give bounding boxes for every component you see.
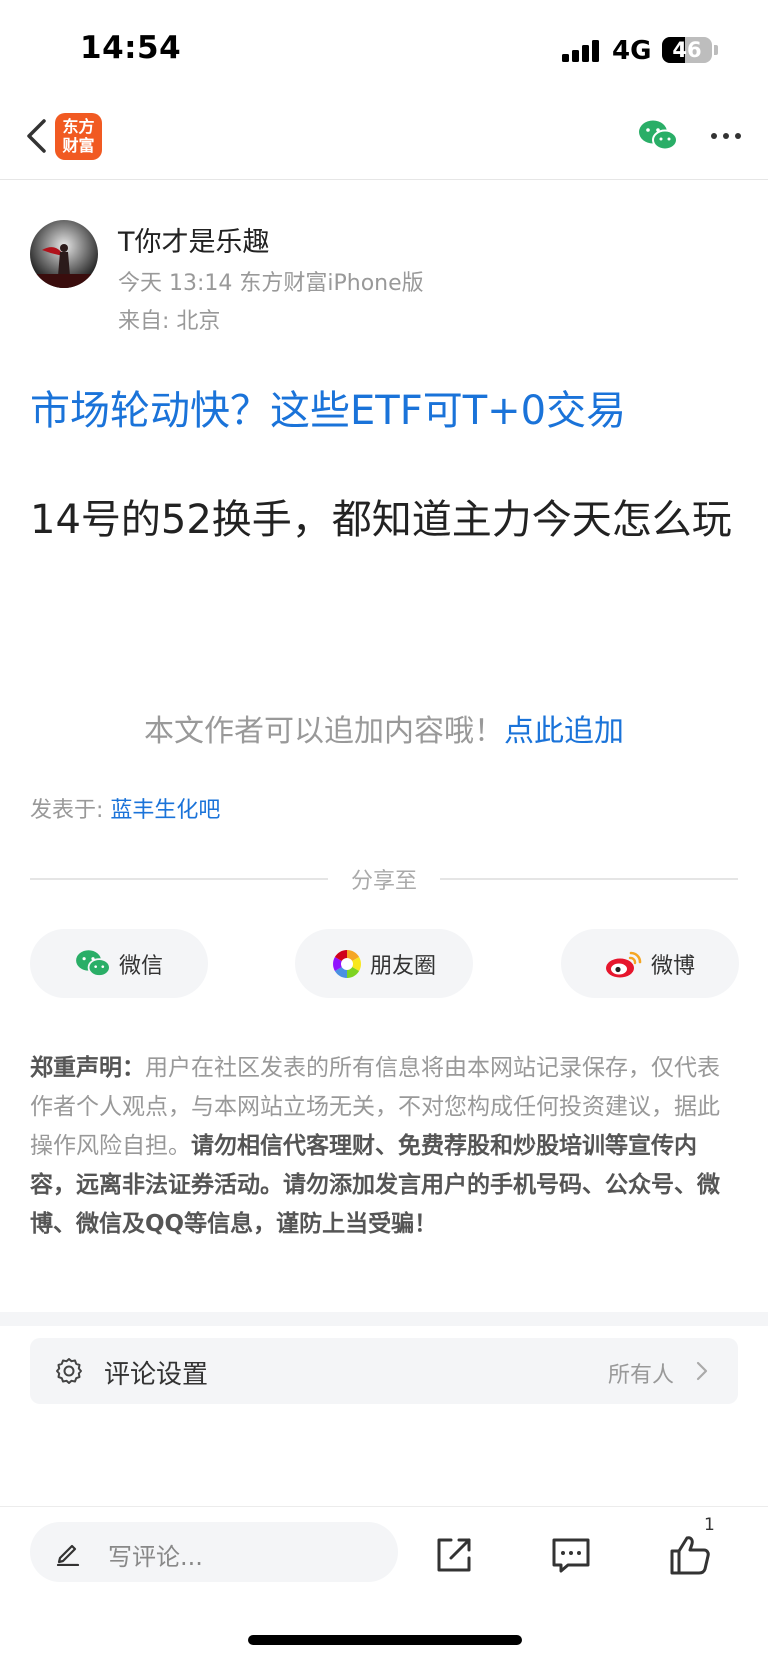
share-moments-label: 朋友圈 bbox=[369, 953, 436, 979]
chevron-right-icon bbox=[696, 1361, 708, 1381]
disclaimer-title: 郑重声明： bbox=[30, 1055, 145, 1081]
wechat-share-button[interactable] bbox=[638, 118, 678, 154]
share-weibo-label: 微博 bbox=[650, 953, 695, 979]
avatar[interactable] bbox=[30, 220, 98, 288]
section-divider bbox=[0, 1312, 768, 1326]
logo-line1: 东方 bbox=[62, 117, 95, 136]
logo-line2: 财富 bbox=[62, 136, 95, 155]
append-link[interactable]: 点此追加 bbox=[504, 714, 624, 749]
network-type: 4G bbox=[612, 36, 652, 66]
share-moments-button[interactable]: 朋友圈 bbox=[295, 929, 473, 998]
like-count: 1 bbox=[704, 1515, 715, 1535]
avatar-image bbox=[30, 220, 98, 288]
post-meta: 今天 13:14 东方财富iPhone版 bbox=[118, 271, 424, 296]
comments-button[interactable] bbox=[548, 1532, 594, 1578]
home-indicator[interactable] bbox=[248, 1635, 522, 1645]
comment-settings-label: 评论设置 bbox=[104, 1360, 209, 1390]
share-button[interactable] bbox=[431, 1532, 477, 1578]
signal-icon bbox=[562, 38, 602, 62]
status-time: 14:54 bbox=[80, 30, 182, 66]
append-hint: 本文作者可以追加内容哦！ bbox=[144, 714, 504, 749]
gear-icon bbox=[56, 1358, 82, 1384]
comment-placeholder: 写评论... bbox=[108, 1543, 203, 1571]
append-row: 本文作者可以追加内容哦！点此追加 bbox=[0, 706, 768, 750]
divider bbox=[440, 878, 738, 880]
more-button[interactable] bbox=[706, 118, 746, 154]
battery-level: 46 bbox=[672, 38, 702, 62]
posted-in-label: 发表于: bbox=[30, 798, 111, 823]
comment-bubble-icon bbox=[552, 1538, 590, 1573]
comment-input[interactable]: 写评论... bbox=[30, 1522, 398, 1582]
like-button[interactable] bbox=[666, 1531, 714, 1579]
chevron-left-icon bbox=[27, 119, 46, 153]
wechat-icon bbox=[76, 949, 111, 977]
pen-icon bbox=[56, 1544, 80, 1566]
posted-in: 发表于: 蓝丰生化吧 bbox=[30, 792, 220, 824]
share-weibo-button[interactable]: 微博 bbox=[561, 929, 739, 998]
author-name[interactable]: T你才是乐趣 bbox=[118, 220, 270, 259]
post-body: 14号的52换手，都知道主力今天怎么玩 bbox=[30, 497, 732, 543]
comment-settings-row[interactable]: 评论设置 所有人 bbox=[30, 1338, 738, 1404]
post-title-link[interactable]: 市场轮动快？这些ETF可T+0交易 bbox=[30, 378, 626, 436]
thumbs-up-icon bbox=[670, 1536, 710, 1575]
post-location: 来自: 北京 bbox=[118, 309, 221, 334]
wechat-icon bbox=[639, 120, 678, 151]
battery-icon: 46 bbox=[662, 37, 712, 63]
moments-icon bbox=[333, 949, 361, 978]
status-bar: 14:54 4G 46 bbox=[0, 0, 768, 100]
nav-bar: 东方 财富 bbox=[0, 100, 768, 180]
weibo-icon bbox=[605, 951, 642, 977]
battery-cap bbox=[714, 45, 718, 55]
disclaimer: 郑重声明：用户在社区发表的所有信息将由本网站记录保存，仅代表作者个人观点，与本网… bbox=[30, 1049, 740, 1244]
more-horizontal-icon bbox=[711, 133, 717, 139]
stock-bar-link[interactable]: 蓝丰生化吧 bbox=[110, 798, 220, 823]
share-out-icon bbox=[437, 1538, 471, 1572]
back-button[interactable] bbox=[14, 114, 58, 158]
app-logo[interactable]: 东方 财富 bbox=[55, 113, 102, 160]
share-wechat-label: 微信 bbox=[118, 953, 163, 979]
comment-settings-value: 所有人 bbox=[607, 1363, 674, 1388]
share-wechat-button[interactable]: 微信 bbox=[30, 929, 208, 998]
